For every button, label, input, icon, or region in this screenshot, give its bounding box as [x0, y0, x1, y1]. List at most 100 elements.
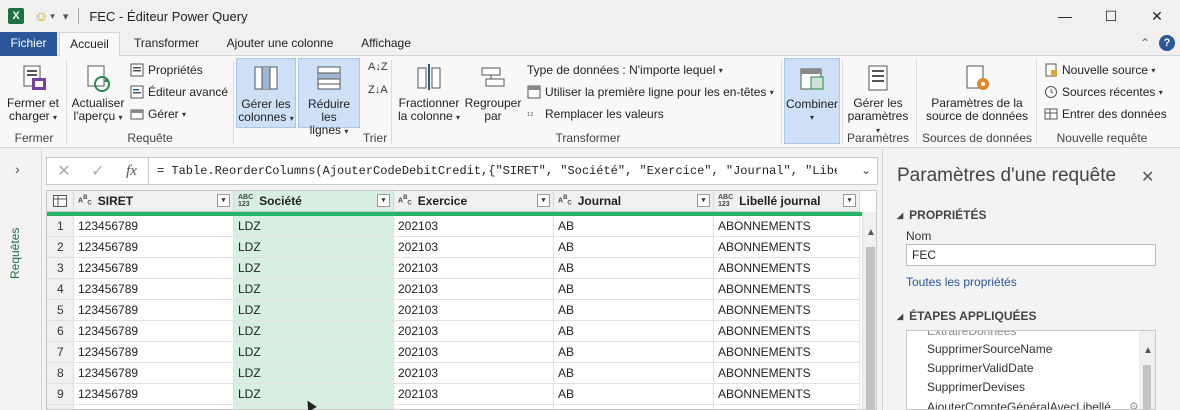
tab-ajouter-colonne[interactable]: Ajouter une colonne — [214, 32, 346, 56]
table-cell[interactable]: LDZ — [234, 321, 394, 342]
remplacer-valeurs-button[interactable]: ₁₂ Remplacer les valeurs — [527, 107, 664, 121]
table-cell[interactable]: 202103 — [394, 237, 554, 258]
table-cell[interactable]: 123456789 — [74, 363, 234, 384]
applied-step[interactable]: SupprimerValidDate — [927, 361, 1034, 375]
row-number[interactable]: 8 — [47, 363, 74, 384]
applied-step[interactable]: SupprimerDevises — [927, 380, 1025, 394]
table-cell[interactable]: 202103 — [394, 363, 554, 384]
table-cell[interactable]: LDZ — [234, 300, 394, 321]
column-header[interactable]: ABC 123 Société ▾ — [234, 191, 394, 212]
help-icon[interactable]: ? — [1159, 35, 1175, 51]
table-cell[interactable]: AB — [554, 384, 714, 405]
column-type-icon[interactable]: ABC — [558, 195, 572, 208]
sort-descending-icon[interactable]: Z↓A — [368, 84, 388, 96]
actualiser-apercu-button[interactable]: Actualiser l'aperçu ▾ — [70, 62, 126, 128]
column-header[interactable]: ABC 123 Libellé journal ▾ — [714, 191, 860, 212]
table-cell[interactable]: AB — [554, 216, 714, 237]
scroll-up-icon[interactable]: ▲ — [1143, 345, 1153, 356]
table-cell[interactable]: ABONNEMENTS — [714, 342, 860, 363]
column-header[interactable]: ABC Journal ▾ — [554, 191, 714, 212]
table-cell[interactable]: LDZ — [234, 216, 394, 237]
maximize-icon[interactable]: ☐ — [1088, 0, 1134, 32]
reduire-lignes-button[interactable]: Réduire les lignes ▾ — [298, 58, 360, 137]
expand-queries-icon[interactable]: › — [15, 161, 20, 177]
applied-step[interactable]: AjouterCompteGénéralAvecLibellé — [927, 400, 1111, 409]
table-cell[interactable]: LDZ — [234, 363, 394, 384]
scroll-thumb[interactable] — [866, 247, 875, 409]
filter-dropdown-icon[interactable]: ▾ — [537, 194, 550, 207]
editeur-avance-button[interactable]: Éditeur avancé — [130, 85, 228, 99]
steps-section-header[interactable]: ◢ ÉTAPES APPLIQUÉES — [897, 309, 1037, 323]
steps-scrollbar[interactable]: ▲ — [1139, 331, 1155, 409]
filter-dropdown-icon[interactable]: ▾ — [843, 194, 856, 207]
table-cell[interactable]: ABONNEMENTS — [714, 279, 860, 300]
minimize-icon[interactable]: — — [1042, 0, 1088, 32]
proprietes-button[interactable]: Propriétés — [130, 63, 203, 77]
type-donnees-dropdown[interactable]: Type de données : N'importe lequel ▾ — [527, 63, 723, 77]
filter-dropdown-icon[interactable]: ▾ — [697, 194, 710, 207]
smiley-dropdown-icon[interactable]: ▾ — [50, 11, 55, 22]
grid-scrollbar[interactable]: ▲ — [862, 212, 876, 409]
table-cell[interactable]: 123456789 — [74, 384, 234, 405]
close-settings-icon[interactable]: ✕ — [1141, 167, 1154, 187]
gerer-parametres-button[interactable]: Gérer les paramètres ▾ — [846, 62, 910, 135]
nouvelle-source-button[interactable]: Nouvelle source ▾ — [1044, 63, 1155, 77]
smiley-icon[interactable]: ☺ — [34, 8, 48, 24]
table-cell[interactable]: 202103 — [394, 216, 554, 237]
table-cell[interactable]: AB — [554, 258, 714, 279]
collapse-ribbon-icon[interactable]: ⌃ — [1140, 36, 1150, 50]
applied-step[interactable]: SupprimerSourceName — [927, 342, 1052, 356]
table-cell[interactable]: AB — [554, 279, 714, 300]
fractionner-colonne-button[interactable]: Fractionner la colonne ▾ — [396, 62, 462, 128]
row-number[interactable]: 3 — [47, 258, 74, 279]
cancel-formula-icon[interactable]: ✕ — [47, 161, 81, 181]
table-cell[interactable]: AB — [554, 342, 714, 363]
table-cell[interactable]: 123456789 — [74, 216, 234, 237]
table-cell[interactable]: ABONNEMENTS — [714, 258, 860, 279]
table-cell[interactable]: 202103 — [394, 384, 554, 405]
sources-recentes-button[interactable]: Sources récentes ▾ — [1044, 85, 1163, 99]
column-header[interactable]: ABC SIRET ▾ — [74, 191, 234, 212]
table-cell[interactable]: LDZ — [234, 279, 394, 300]
row-number[interactable]: 6 — [47, 321, 74, 342]
table-cell[interactable]: ABONNEMENTS — [714, 237, 860, 258]
table-cell[interactable]: 123456789 — [74, 258, 234, 279]
table-cell[interactable]: AB — [554, 237, 714, 258]
sort-ascending-icon[interactable]: A↓Z — [368, 61, 388, 73]
table-cell[interactable]: 123456789 — [74, 342, 234, 363]
table-cell[interactable]: AB — [554, 300, 714, 321]
formula-input[interactable]: = Table.ReorderColumns(AjouterCodeDebitC… — [157, 164, 837, 178]
table-menu-icon[interactable] — [47, 191, 74, 212]
row-number[interactable]: 1 — [47, 216, 74, 237]
queries-pane-label[interactable]: Requêtes — [8, 189, 22, 279]
applied-step-partial[interactable]: ExtraireDonnees — [927, 331, 1016, 338]
filter-dropdown-icon[interactable]: ▾ — [217, 194, 230, 207]
commit-formula-icon[interactable]: ✓ — [81, 161, 115, 181]
table-cell[interactable]: 123456789 — [74, 279, 234, 300]
filter-dropdown-icon[interactable]: ▾ — [377, 194, 390, 207]
row-number[interactable]: 2 — [47, 237, 74, 258]
tab-affichage[interactable]: Affichage — [350, 32, 422, 56]
entrer-donnees-button[interactable]: Entrer des données — [1044, 107, 1167, 121]
table-cell[interactable]: 123456789 — [74, 300, 234, 321]
properties-section-header[interactable]: ◢ PROPRIÉTÉS — [897, 208, 987, 222]
scroll-thumb[interactable] — [1143, 365, 1151, 409]
table-cell[interactable]: 202103 — [394, 279, 554, 300]
combiner-button[interactable]: Combiner ▾ — [784, 58, 840, 144]
table-cell[interactable]: 123456789 — [74, 321, 234, 342]
fx-icon[interactable]: fx — [115, 158, 149, 184]
table-cell[interactable]: 202103 — [394, 321, 554, 342]
gerer-colonnes-button[interactable]: Gérer les colonnes ▾ — [236, 58, 296, 128]
column-type-icon[interactable]: ABC 123 — [718, 194, 733, 208]
gerer-button[interactable]: Gérer ▾ — [130, 107, 186, 121]
row-number[interactable]: 9 — [47, 384, 74, 405]
table-cell[interactable]: ABONNEMENTS — [714, 321, 860, 342]
tab-transformer[interactable]: Transformer — [124, 32, 209, 56]
table-cell[interactable]: AB — [554, 363, 714, 384]
column-type-icon[interactable]: ABC — [78, 195, 92, 208]
regrouper-par-button[interactable]: Regrouper par — [464, 62, 522, 128]
tab-fichier[interactable]: Fichier — [0, 32, 57, 56]
premiere-ligne-entetes-button[interactable]: Utiliser la première ligne pour les en-t… — [527, 85, 774, 99]
fermer-charger-button[interactable]: Fermer et charger ▾ — [4, 62, 62, 128]
row-number[interactable]: 4 — [47, 279, 74, 300]
